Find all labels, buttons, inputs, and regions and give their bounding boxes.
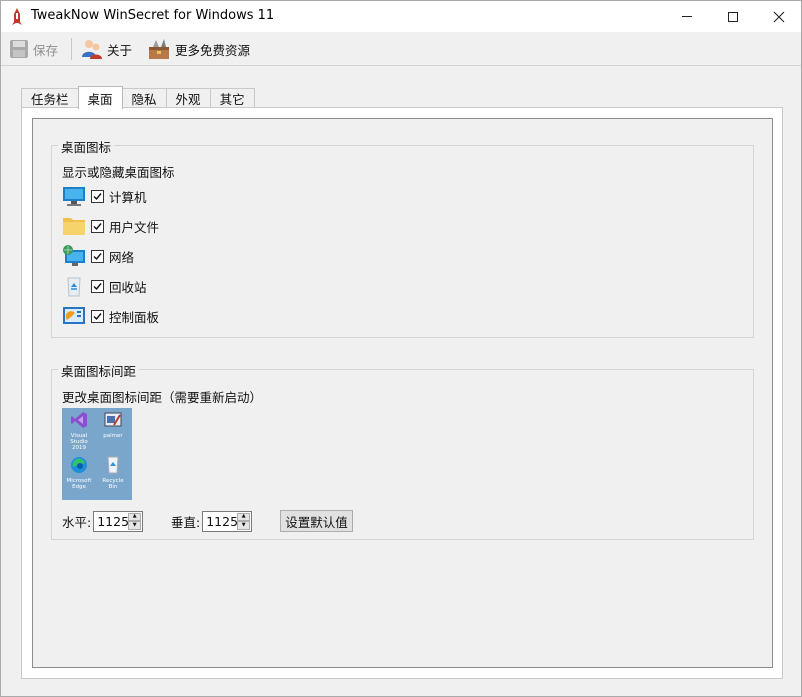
network-icon <box>63 245 85 266</box>
recycle-bin-icon <box>107 456 119 474</box>
desktop-icon-row-control-panel: 控制面板 <box>62 304 159 328</box>
maximize-icon <box>728 11 738 22</box>
vertical-spacing-row: 垂直: 1125 ▲ ▼ <box>171 510 253 532</box>
vertical-spacing-spinner[interactable]: 1125 ▲ ▼ <box>202 510 253 532</box>
checkbox-label: 控制面板 <box>109 309 160 325</box>
save-label: 保存 <box>33 42 59 58</box>
preview-desktop-icon: Microsoft Edge <box>64 456 94 490</box>
tab-label: 外观 <box>175 92 201 107</box>
horizontal-spacing-row: 水平: 1125 ▲ ▼ <box>62 510 144 532</box>
control-panel-checkbox[interactable] <box>91 309 104 323</box>
maximize-button[interactable] <box>710 1 756 32</box>
window-title: TweakNow WinSecret for Windows 11 <box>31 8 275 23</box>
checkmark-icon <box>93 252 102 260</box>
folder-icon <box>63 218 85 235</box>
tab-other[interactable]: 其它 <box>209 88 255 108</box>
checkbox-label: 用户文件 <box>109 219 160 235</box>
set-default-button[interactable]: 设置默认值 <box>280 510 353 532</box>
spinner-arrows: ▲ ▼ <box>128 512 142 530</box>
preview-icon-label: palmer <box>103 433 123 439</box>
recycle-bin-checkbox[interactable] <box>91 279 104 293</box>
horizontal-label: 水平: <box>62 514 92 530</box>
spinner-arrows: ▲ ▼ <box>237 512 251 530</box>
tab-taskbar[interactable]: 任务栏 <box>21 88 79 108</box>
tab-desktop[interactable]: 桌面 <box>77 86 123 109</box>
more-resources-button[interactable]: 更多免费资源 <box>147 36 250 62</box>
preview-icon-label: Recycle Bin <box>102 478 124 490</box>
desktop-icon-row-user-files: 用户文件 <box>62 214 159 238</box>
checkbox-label: 计算机 <box>109 189 147 205</box>
desktop-icon-row-recycle-bin: 回收站 <box>62 274 147 298</box>
vertical-label: 垂直: <box>171 514 201 530</box>
checkbox-label: 网络 <box>109 249 135 265</box>
desktop-icon-row-computer: 计算机 <box>62 184 147 208</box>
computer-icon <box>63 187 85 206</box>
more-resources-label: 更多免费资源 <box>175 42 251 58</box>
app-window: TweakNow WinSecret for Windows 11 保存 关于 <box>0 0 802 697</box>
desktop-settings-panel: 桌面图标 显示或隐藏桌面图标 计算机 用户文件 网络 回收站 控制面板 桌面图标… <box>32 118 773 668</box>
minimize-button[interactable] <box>664 1 710 32</box>
about-label: 关于 <box>107 42 133 58</box>
tab-label: 其它 <box>219 92 245 107</box>
set-default-label: 设置默认值 <box>285 514 348 530</box>
icon-spacing-preview: Visual Studio 2019 palmer Microsoft Edge… <box>62 408 132 500</box>
toolbar-separator <box>71 38 72 60</box>
group-title: 桌面图标间距 <box>58 361 140 380</box>
app-logo-icon <box>12 8 22 25</box>
tab-panel: 桌面图标 显示或隐藏桌面图标 计算机 用户文件 网络 回收站 控制面板 桌面图标… <box>21 107 783 679</box>
visual-studio-icon <box>71 412 87 428</box>
about-users-icon <box>82 40 102 59</box>
checkbox-label: 回收站 <box>109 279 147 295</box>
vertical-spacing-value[interactable]: 1125 <box>203 514 238 529</box>
user-files-checkbox[interactable] <box>91 219 104 233</box>
recycle-bin-icon <box>67 277 81 297</box>
checkmark-icon <box>93 312 102 320</box>
close-button[interactable] <box>756 1 802 32</box>
tab-label: 桌面 <box>87 91 113 107</box>
preview-desktop-icon: palmer <box>98 411 128 439</box>
tab-appearance[interactable]: 外观 <box>165 88 211 108</box>
checkmark-icon <box>93 192 102 200</box>
group-subtitle: 更改桌面图标间距（需要重新启动） <box>62 390 263 405</box>
toolbar: 保存 关于 更多免费资源 <box>1 32 801 66</box>
spinner-down-icon[interactable]: ▼ <box>128 521 142 530</box>
network-checkbox[interactable] <box>91 249 104 263</box>
save-button[interactable]: 保存 <box>9 36 58 62</box>
checkmark-icon <box>93 222 102 230</box>
minimize-icon <box>682 16 692 17</box>
preview-icon-label: Microsoft Edge <box>66 478 92 490</box>
spinner-up-icon[interactable]: ▲ <box>128 512 142 521</box>
about-button[interactable]: 关于 <box>81 36 132 62</box>
tab-label: 隐私 <box>131 92 157 107</box>
app-window-icon <box>104 412 122 427</box>
tab-strip: 任务栏 桌面 隐私 外观 其它 <box>21 86 255 109</box>
horizontal-spacing-value[interactable]: 1125 <box>94 514 129 529</box>
preview-icon-label: Visual Studio 2019 <box>70 433 88 451</box>
title-bar: TweakNow WinSecret for Windows 11 <box>1 1 801 32</box>
close-icon <box>773 11 785 22</box>
tab-label: 任务栏 <box>31 92 69 107</box>
preview-desktop-icon: Visual Studio 2019 <box>64 411 94 451</box>
checkmark-icon <box>93 282 102 290</box>
edge-browser-icon <box>71 457 87 473</box>
tab-privacy[interactable]: 隐私 <box>121 88 167 108</box>
save-icon <box>10 40 28 58</box>
group-title: 桌面图标 <box>58 137 115 156</box>
horizontal-spacing-spinner[interactable]: 1125 ▲ ▼ <box>93 510 144 532</box>
toolbox-icon <box>149 39 169 59</box>
spinner-down-icon[interactable]: ▼ <box>237 521 251 530</box>
control-panel-icon <box>63 307 85 324</box>
spinner-up-icon[interactable]: ▲ <box>237 512 251 521</box>
preview-desktop-icon: Recycle Bin <box>98 456 128 490</box>
icon-spacing-group: 桌面图标间距 更改桌面图标间距（需要重新启动） Visual Studio 20… <box>51 361 754 540</box>
group-subtitle: 显示或隐藏桌面图标 <box>62 165 175 180</box>
computer-checkbox[interactable] <box>91 189 104 203</box>
desktop-icons-group: 桌面图标 显示或隐藏桌面图标 计算机 用户文件 网络 回收站 控制面板 <box>51 137 754 338</box>
desktop-icon-row-network: 网络 <box>62 244 134 268</box>
